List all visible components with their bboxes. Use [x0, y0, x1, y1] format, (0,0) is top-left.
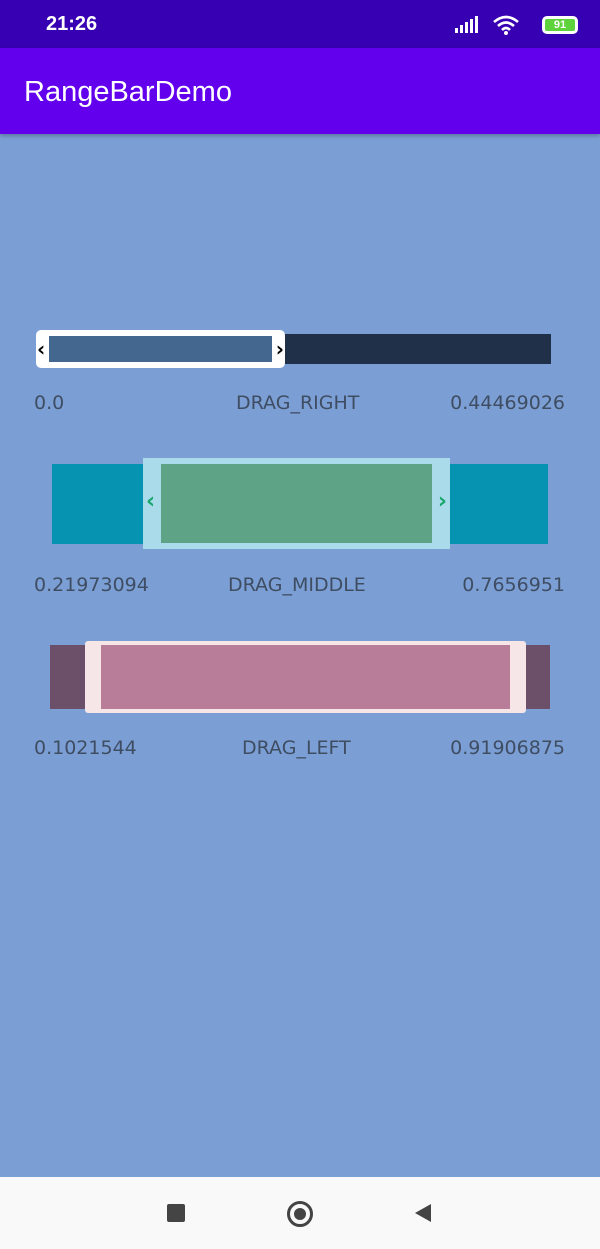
- battery-level: 91: [545, 19, 575, 31]
- app-bar: RangeBarDemo: [0, 48, 600, 134]
- signal-icon: [455, 16, 478, 33]
- range-bar-2-selection[interactable]: [161, 464, 432, 543]
- range-bar-2-right-chevron-icon[interactable]: ›: [438, 491, 447, 513]
- range-bar-2-thumb[interactable]: ‹ ›: [143, 458, 450, 549]
- range-bar-3-selection: [101, 645, 510, 709]
- home-icon: [294, 1208, 306, 1220]
- range-bar-3-mode-label: DRAG_LEFT: [242, 737, 351, 759]
- range-bar-1-max-value: 0.44469026: [450, 392, 565, 414]
- range-bar-1-thumb[interactable]: ‹ ›: [36, 330, 285, 368]
- wifi-icon: [493, 15, 519, 35]
- range-bar-1-left-chevron-icon[interactable]: ‹: [37, 339, 45, 359]
- range-bar-3-max-value: 0.91906875: [450, 737, 565, 759]
- range-bar-1-min-value: 0.0: [34, 392, 65, 414]
- range-bar-3-min-value: 0.1021544: [34, 737, 137, 759]
- home-button[interactable]: [287, 1201, 313, 1227]
- range-bar-2-left-chevron-icon[interactable]: ‹: [146, 491, 155, 513]
- back-button[interactable]: [413, 1203, 433, 1223]
- range-bar-1-selection: [49, 336, 272, 362]
- navigation-bar: [0, 1177, 600, 1249]
- range-bar-3-thumb[interactable]: [85, 641, 526, 713]
- range-bar-1-right-chevron-icon[interactable]: ›: [276, 339, 284, 359]
- recents-button[interactable]: [167, 1204, 185, 1222]
- range-bar-2-max-value: 0.7656951: [462, 574, 565, 596]
- status-time: 21:26: [46, 13, 98, 35]
- range-bar-1-mode-label: DRAG_RIGHT: [236, 392, 360, 414]
- range-bar-2-mode-label: DRAG_MIDDLE: [228, 574, 366, 596]
- range-bar-2-min-value: 0.21973094: [34, 574, 149, 596]
- status-bar: 21:26 91: [0, 0, 600, 48]
- battery-icon: 91: [542, 16, 578, 34]
- app-title: RangeBarDemo: [24, 76, 232, 108]
